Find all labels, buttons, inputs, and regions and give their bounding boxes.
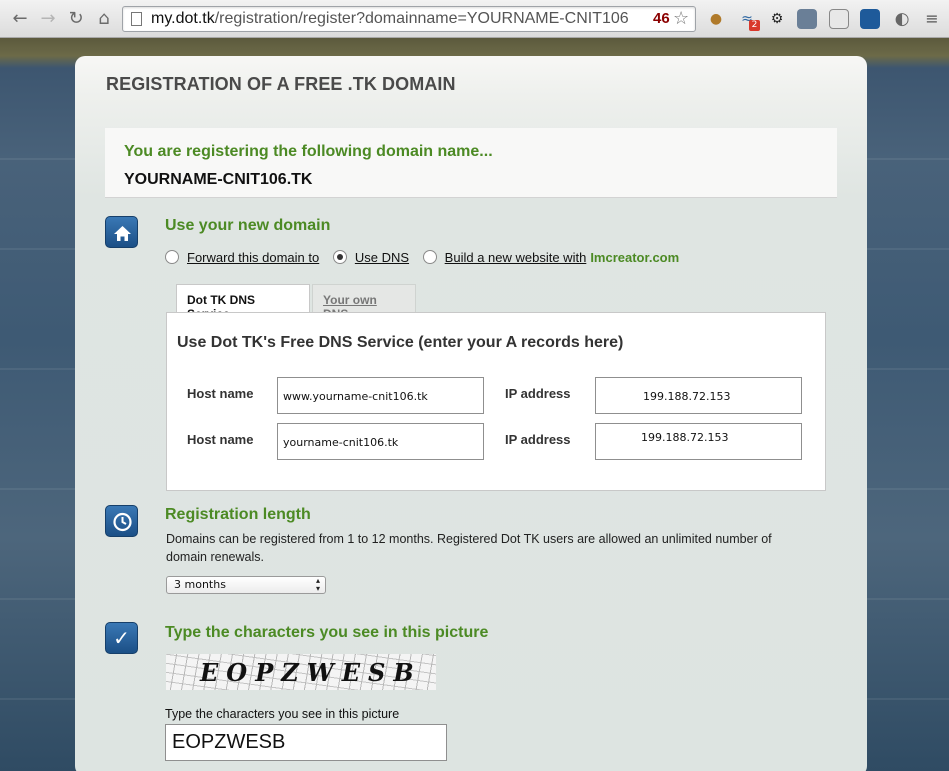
captcha-title: Type the characters you see in this pict… xyxy=(165,624,489,641)
bracket-extension-icon[interactable] xyxy=(860,9,880,29)
menu-icon[interactable]: ≡ xyxy=(922,9,942,29)
notebook-icon[interactable] xyxy=(797,9,817,29)
registration-length-title: Registration length xyxy=(165,506,311,523)
host-name-label: Host name xyxy=(187,386,254,401)
radio-use-dns-label[interactable]: Use DNS xyxy=(355,250,409,265)
dns-records-panel: Use Dot TK's Free DNS Service (enter you… xyxy=(166,312,826,491)
radio-build-website[interactable] xyxy=(422,250,437,264)
page-title: REGISTRATION OF A FREE .TK DOMAIN xyxy=(106,74,456,94)
captcha-image: EOPZWESB xyxy=(166,654,436,690)
domain-notice: You are registering the following domain… xyxy=(105,128,837,198)
url-host: my.dot.tk xyxy=(151,10,215,27)
forward-arrow-icon[interactable]: → xyxy=(36,7,60,31)
page-icon xyxy=(131,12,142,26)
tab-dot-tk-dns[interactable]: Dot TK DNS Service xyxy=(176,284,310,321)
select-arrows-icon: ▴ ▾ xyxy=(315,576,320,593)
address-bar[interactable]: my.dot.tk/registration/register?domainna… xyxy=(122,6,696,32)
registration-length-select[interactable]: 3 months ▴ ▾ xyxy=(166,576,326,594)
checkmark-icon: ✓ xyxy=(105,622,138,654)
browser-toolbar: ← → ↻ ⌂ my.dot.tk/registration/register?… xyxy=(0,0,949,38)
ip-address-input[interactable]: 199.188.72.153 xyxy=(595,377,802,414)
host-name-label: Host name xyxy=(187,432,254,447)
back-arrow-icon[interactable]: ← xyxy=(8,7,32,31)
screen-capture-icon[interactable] xyxy=(829,9,849,29)
notice-heading: You are registering the following domain… xyxy=(124,143,493,160)
registration-length-description: Domains can be registered from 1 to 12 m… xyxy=(166,532,772,564)
registration-card: REGISTRATION OF A FREE .TK DOMAIN You ar… xyxy=(75,56,867,771)
imcreator-link[interactable]: Imcreator.com xyxy=(590,250,679,265)
bookmark-star-icon[interactable]: ☆ xyxy=(673,8,689,29)
ip-address-label: IP address xyxy=(505,386,571,401)
extension-wave-icon[interactable]: ≈ 2 xyxy=(737,9,760,31)
radio-forward-label[interactable]: Forward this domain to xyxy=(187,250,319,265)
captcha-input-label: Type the characters you see in this pict… xyxy=(165,707,400,721)
omnibox-extension-badge[interactable]: 46 xyxy=(653,10,670,27)
radio-use-dns[interactable] xyxy=(332,250,347,264)
extension-badge: 2 xyxy=(749,20,760,31)
home-icon[interactable]: ⌂ xyxy=(92,7,116,31)
tab-own-dns[interactable]: Your own DNS xyxy=(312,284,416,321)
host-name-input[interactable]: www.yourname-cnit106.tk xyxy=(277,377,484,414)
gear-icon[interactable]: ⚙ xyxy=(767,9,787,29)
domain-name: YOURNAME-CNIT106.TK xyxy=(124,171,313,188)
dns-panel-title: Use Dot TK's Free DNS Service (enter you… xyxy=(177,334,624,351)
radio-forward[interactable] xyxy=(165,250,179,264)
domain-use-options: Forward this domain to Use DNS Build a n… xyxy=(165,250,679,265)
clock-icon xyxy=(105,505,138,537)
radio-build-website-label[interactable]: Build a new website with xyxy=(445,250,587,265)
cookie-icon[interactable]: ● xyxy=(706,9,726,29)
reload-icon[interactable]: ↻ xyxy=(64,7,88,31)
ip-address-input[interactable]: 199.188.72.153 xyxy=(595,423,802,460)
host-name-input[interactable]: yourname-cnit106.tk xyxy=(277,423,484,460)
circle-extension-icon[interactable]: ◐ xyxy=(892,9,912,29)
registration-length-value: 3 months xyxy=(174,578,226,591)
captcha-input[interactable]: EOPZWESB xyxy=(165,724,447,761)
use-domain-title: Use your new domain xyxy=(165,217,331,234)
url-path: /registration/register?domainname=YOURNA… xyxy=(214,10,629,27)
ip-address-label: IP address xyxy=(505,432,571,447)
captcha-image-text: EOPZWESB xyxy=(200,658,422,687)
url-text: my.dot.tk/registration/register?domainna… xyxy=(151,10,629,28)
home-icon xyxy=(105,216,138,248)
